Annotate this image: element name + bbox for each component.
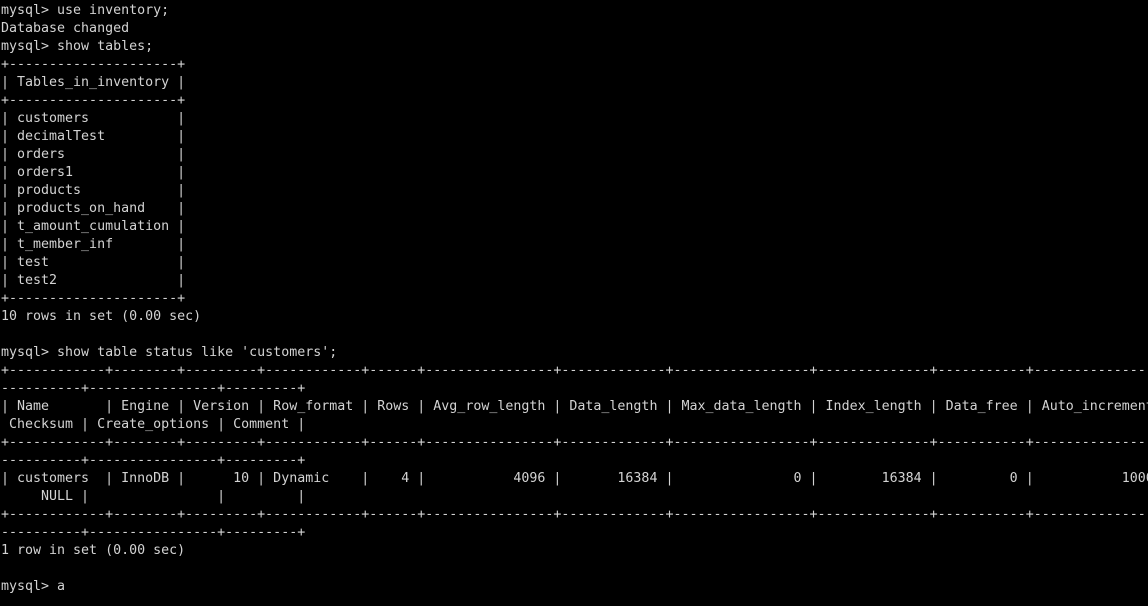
terminal-output-line: | test |: [1, 255, 186, 270]
terminal-output-line: +---------------------+: [1, 57, 186, 72]
terminal-output-line: 10 rows in set (0.00 sec): [1, 309, 202, 324]
terminal-output-line: | t_member_inf |: [1, 237, 186, 252]
terminal-prompt-line[interactable]: mysql> a: [1, 578, 1148, 596]
terminal-output-line: | Name | Engine | Version | Row_format |…: [1, 399, 1148, 414]
terminal-output-line: | orders1 |: [1, 165, 186, 180]
terminal-output-line: | customers | InnoDB | 10 | Dynamic | 4 …: [1, 471, 1148, 486]
terminal-output-line: +------------+--------+---------+-------…: [1, 363, 1148, 378]
terminal-output-line: NULL | | |: [1, 489, 306, 504]
terminal-output-line: ----------+----------------+---------+: [1, 525, 306, 540]
terminal-output-line: ----------+----------------+---------+: [1, 381, 306, 396]
terminal-output-line: +---------------------+: [1, 93, 186, 108]
terminal-prompt-line[interactable]: mysql> show table status like 'customers…: [1, 344, 1148, 362]
terminal-output-line: Checksum | Create_options | Comment |: [1, 417, 306, 432]
terminal-output-line: ----------+----------------+---------+: [1, 453, 306, 468]
terminal-output-line: | orders |: [1, 147, 186, 162]
terminal-output-line: | test2 |: [1, 273, 186, 288]
terminal-output-line: | decimalTest |: [1, 129, 186, 144]
terminal-screen[interactable]: mysql> use inventory; Database changed mys…: [0, 0, 1148, 606]
terminal-prompt-line[interactable]: mysql> use inventory;: [1, 2, 1148, 20]
terminal-output-line: | products |: [1, 183, 186, 198]
terminal-prompt-line[interactable]: mysql> show tables;: [1, 38, 1148, 56]
terminal-output-line: | customers |: [1, 111, 186, 126]
terminal-output-line: Database changed: [1, 21, 130, 36]
terminal-output-line: | t_amount_cumulation |: [1, 219, 186, 234]
terminal-output-line: | Tables_in_inventory |: [1, 75, 186, 90]
terminal-output-line: +---------------------+: [1, 291, 186, 306]
terminal-output-line: 1 row in set (0.00 sec): [1, 543, 186, 558]
terminal-output-line: | products_on_hand |: [1, 201, 186, 216]
terminal-output-line: +------------+--------+---------+-------…: [1, 507, 1148, 522]
terminal-output-line: +------------+--------+---------+-------…: [1, 435, 1148, 450]
